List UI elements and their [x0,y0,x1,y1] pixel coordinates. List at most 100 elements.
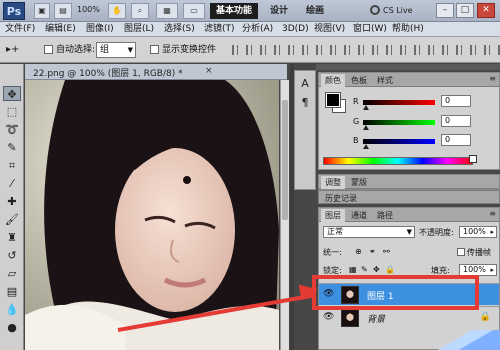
hand-tool-button[interactable]: ✋ [108,3,126,19]
healing-brush-tool[interactable]: ✚ [3,194,21,209]
magnifier-icon: ⌕ [137,6,143,15]
menu-image[interactable]: 图像(I) [86,23,114,36]
cs-live-label: CS Live [383,6,413,15]
chevron-down-icon: ▼ [127,46,133,54]
paragraph-panel-icon[interactable]: ¶ [295,96,315,109]
g-slider[interactable] [363,120,435,125]
character-panel-icon[interactable]: A [295,77,315,90]
clone-stamp-tool[interactable]: ♜ [3,230,21,245]
menu-select[interactable]: 选择(S) [164,23,195,36]
auto-select-dropdown[interactable]: 组 ▼ [96,42,136,58]
arrange-documents-button[interactable]: ▦ [156,3,178,19]
quick-select-tool[interactable]: ✎ [3,140,21,155]
workspace-tab-essentials[interactable]: 基本功能 [210,3,259,19]
g-slider-knob[interactable] [363,125,369,130]
blur-tool[interactable]: 💧 [3,302,21,317]
b-value[interactable]: 0 [441,134,471,146]
lasso-tool[interactable]: ➰ [3,122,21,137]
color-spectrum-bar[interactable] [323,157,473,165]
eyedropper-tool[interactable]: ⁄ [3,176,21,191]
menu-help[interactable]: 帮助(H) [392,23,424,36]
menu-file[interactable]: 文件(F) [5,23,35,36]
spectrum-white-swatch[interactable] [469,155,477,163]
propagate-checkbox[interactable] [457,248,465,256]
move-tool-preset[interactable]: ▸+ [6,43,30,57]
lock-transparency-icon[interactable]: ▦ [349,265,357,274]
menu-view[interactable]: 视图(V) [314,23,345,36]
auto-select-checkbox[interactable] [44,45,53,54]
tab-color[interactable]: 颜色 [321,74,345,87]
align-distribute-icons[interactable] [232,45,500,55]
close-button[interactable]: ✕ [477,3,495,18]
opacity-input[interactable]: 100% ▸ [459,226,497,238]
foreground-color-swatch[interactable] [325,92,341,108]
tab-swatches[interactable]: 色板 [347,74,371,87]
close-document-icon[interactable]: × [205,66,213,76]
tab-paths[interactable]: 路径 [373,209,397,222]
layers-panel-menu-icon[interactable]: ≡ [489,209,496,218]
lock-position-icon[interactable]: ✥ [373,265,380,274]
visibility-eye-icon[interactable]: 👁 [323,312,334,322]
blend-mode-dropdown[interactable]: 正常 ▼ [323,226,415,238]
opacity-value: 100% [463,227,486,236]
tab-layers[interactable]: 图层 [321,209,345,222]
dodge-tool[interactable]: ● [3,320,21,335]
menu-window[interactable]: 窗口(W) [353,23,387,36]
tab-styles[interactable]: 样式 [373,74,397,87]
menu-3d[interactable]: 3D(D) [282,23,309,36]
document-tab[interactable]: 22.png @ 100% (图层 1, RGB/8) * × [25,64,287,80]
gradient-tool[interactable]: ▤ [3,284,21,299]
screen-mode-button[interactable]: ▭ [183,3,205,19]
layers-panel-tabs: 图层 通道 路径 ≡ [319,208,499,222]
menu-filter[interactable]: 滤镜(T) [204,23,235,36]
lock-all-icon[interactable]: 🔒 [385,265,395,274]
eraser-tool[interactable]: ▱ [3,266,21,281]
show-transform-checkbox[interactable] [150,45,159,54]
history-label: 历史记录 [325,194,357,203]
menu-analysis[interactable]: 分析(A) [242,23,273,36]
lock-pixels-icon[interactable]: ✎ [361,265,368,274]
panel-menu-icon[interactable]: ≡ [489,74,496,83]
unify-visibility-icon[interactable]: ⚭ [369,247,376,256]
bridge-button[interactable]: ▣ [34,3,50,19]
panel-dock-header [316,64,500,70]
scrollbar-thumb[interactable] [282,100,288,220]
r-slider[interactable] [363,100,435,105]
zoom-level[interactable]: 100% [77,5,100,14]
workspace-tab-painting[interactable]: 绘画 [300,3,330,19]
move-tool-icon: ✥ [7,88,17,101]
brush-tool[interactable]: 🖌 [3,212,21,227]
application-bar: Ps ▣ ▤ 100% ✋ ⌕ ▦ ▭ 基本功能 设计 绘画 CS Live –… [0,0,500,22]
zoom-tool-button[interactable]: ⌕ [131,3,149,19]
workspace-tab-design[interactable]: 设计 [264,3,294,19]
g-value[interactable]: 0 [441,115,471,127]
marquee-icon: ⬚ [6,105,18,118]
history-brush-tool[interactable]: ↺ [3,248,21,263]
crop-tool[interactable]: ⌗ [3,158,21,173]
adjustments-panel: 调整 蒙版 [318,174,500,190]
r-slider-knob[interactable] [363,105,369,110]
history-panel-tab[interactable]: 历史记录 [318,190,500,204]
b-slider-knob[interactable] [363,144,369,149]
unify-row: 统一: ⊕ ⚭ ⚯ 传播帧 [319,244,499,260]
canvas-vertical-scrollbar[interactable] [280,80,289,350]
fill-value: 100% [463,265,486,274]
quick-select-icon: ✎ [7,141,17,154]
mini-bridge-button[interactable]: ▤ [54,3,72,19]
minimize-button[interactable]: – [436,3,454,18]
tab-channels[interactable]: 通道 [347,209,371,222]
bridge-icon: ▣ [38,6,46,15]
unify-style-icon[interactable]: ⚯ [383,247,390,256]
menu-edit[interactable]: 编辑(E) [45,23,76,36]
move-tool[interactable]: ✥ [3,86,21,101]
tab-adjustments[interactable]: 调整 [321,176,345,189]
marquee-tool[interactable]: ⬚ [3,104,21,119]
b-slider[interactable] [363,139,435,144]
menu-layer[interactable]: 图层(L) [124,23,154,36]
maximize-button[interactable]: □ [456,3,474,18]
unify-position-icon[interactable]: ⊕ [355,247,362,256]
gradient-icon: ▤ [6,285,18,298]
cs-live-button[interactable]: CS Live [370,4,413,18]
tab-masks[interactable]: 蒙版 [347,176,371,189]
r-value[interactable]: 0 [441,95,471,107]
